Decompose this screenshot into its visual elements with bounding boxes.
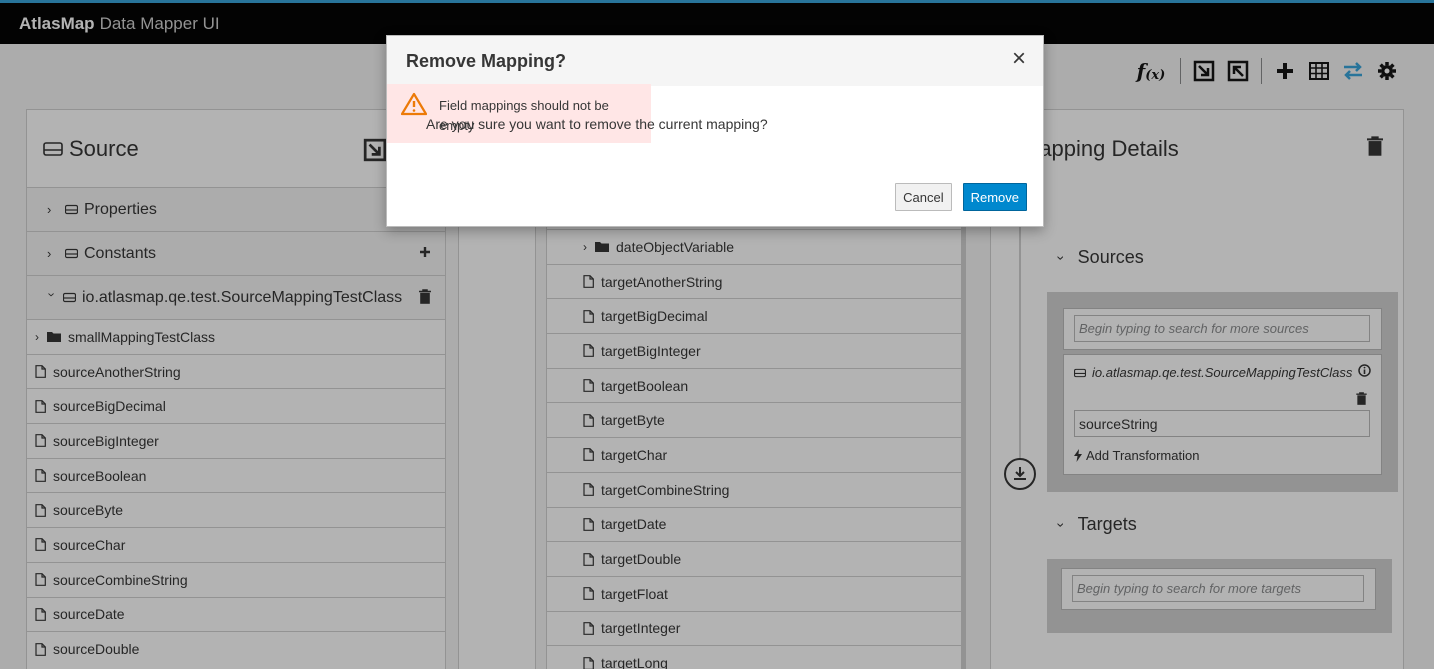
close-icon[interactable]: ×	[1012, 47, 1026, 71]
dialog-title: Remove Mapping?	[406, 50, 567, 71]
remove-button[interactable]: Remove	[962, 183, 1027, 211]
dialog-message: Are you sure you want to remove the curr…	[426, 116, 768, 132]
error-alert: Field mappings should not be empty	[387, 84, 651, 143]
dialog-footer: Cancel Remove	[895, 183, 1027, 211]
warning-icon	[400, 92, 428, 119]
cancel-button[interactable]: Cancel	[895, 183, 952, 211]
dialog-header: Remove Mapping? ×	[387, 36, 1043, 86]
remove-mapping-dialog: Remove Mapping? × Field mappings should …	[386, 35, 1044, 227]
